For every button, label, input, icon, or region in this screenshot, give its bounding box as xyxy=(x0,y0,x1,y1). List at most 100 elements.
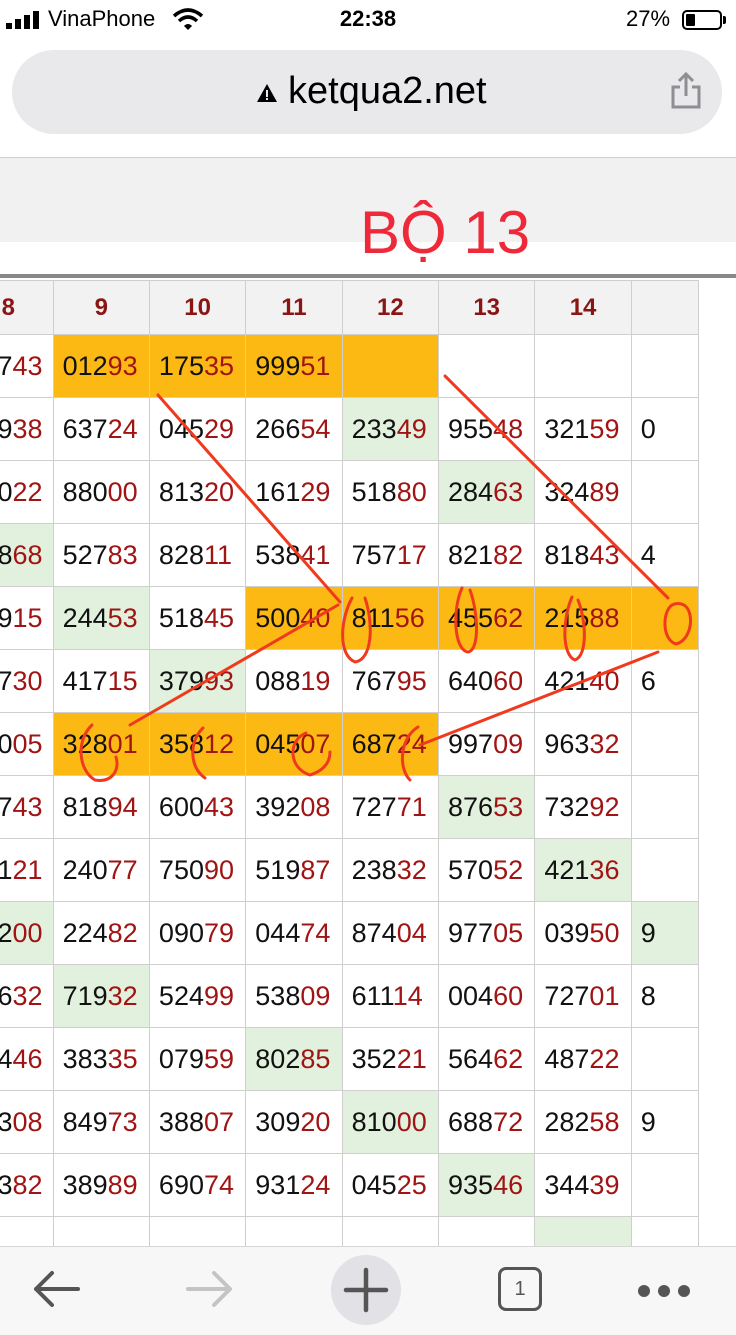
result-cell: 01293 xyxy=(52,334,150,398)
result-prefix: 045 xyxy=(255,728,301,759)
result-suffix: 24 xyxy=(300,1169,331,1200)
result-suffix: 21 xyxy=(396,1043,427,1074)
result-prefix: 564 xyxy=(448,1043,494,1074)
result-prefix: 224 xyxy=(62,917,108,948)
result-prefix: 417 xyxy=(62,665,108,696)
table-row: 7743818946004339208727718765373292 xyxy=(0,775,700,839)
result-cell: 04525 xyxy=(341,1153,440,1217)
result-suffix: 15 xyxy=(12,602,43,633)
result-cell: 64060 xyxy=(437,649,536,713)
result-prefix: 421 xyxy=(544,854,590,885)
forward-arrow-icon[interactable] xyxy=(184,1265,236,1313)
result-prefix: 238 xyxy=(351,854,397,885)
result-cell: 03950 xyxy=(534,901,632,965)
share-icon[interactable] xyxy=(670,72,702,110)
result-cell: 51880 xyxy=(341,460,440,524)
result-cell: 52783 xyxy=(52,523,150,587)
result-prefix: 344 xyxy=(544,1169,590,1200)
result-cell: 4446 xyxy=(0,1027,54,1091)
result-cell: 35812 xyxy=(148,712,247,776)
result-prefix: 233 xyxy=(351,413,397,444)
result-prefix: 20 xyxy=(0,477,13,507)
result-suffix: 99 xyxy=(203,980,235,1011)
result-cell xyxy=(341,1216,440,1246)
result-cell: 60043 xyxy=(148,775,247,839)
result-cell: 38335 xyxy=(52,1027,150,1091)
result-prefix: 039 xyxy=(544,917,590,948)
column-header xyxy=(630,280,700,335)
result-prefix: 519 xyxy=(255,854,301,885)
new-tab-button[interactable] xyxy=(331,1255,401,1325)
result-prefix: 977 xyxy=(448,917,494,948)
result-cell: 21588 xyxy=(534,586,632,650)
result-cell: 5632 xyxy=(0,964,54,1028)
battery-tip xyxy=(723,16,726,24)
result-suffix: 46 xyxy=(493,1169,524,1200)
result-prefix: 90 xyxy=(0,729,13,759)
more-icon[interactable] xyxy=(636,1283,692,1299)
result-cell: 48722 xyxy=(534,1027,632,1091)
result-cell: 99951 xyxy=(245,334,343,398)
result-suffix: 29 xyxy=(203,413,235,444)
result-prefix: 732 xyxy=(544,791,590,822)
result-cell: 23832 xyxy=(341,838,440,902)
result-prefix: 518 xyxy=(158,602,204,633)
result-cell: 38989 xyxy=(52,1153,150,1217)
result-prefix: 876 xyxy=(448,791,494,822)
result-suffix: 08 xyxy=(300,791,331,822)
column-header: 8 xyxy=(0,280,54,335)
table-row: 56327193252499538096111400460727018 xyxy=(0,964,700,1028)
result-suffix: 46 xyxy=(12,1043,43,1074)
result-cell: 4 xyxy=(630,523,700,587)
result-cell: 80285 xyxy=(245,1027,343,1091)
result-suffix: 35 xyxy=(203,350,235,381)
result-cell: 50040 xyxy=(245,586,343,650)
result-cell: 04529 xyxy=(148,397,247,461)
result-suffix: 24 xyxy=(107,413,138,444)
result-prefix: 328 xyxy=(62,728,108,759)
address-bar[interactable]: ketqua2.net xyxy=(12,50,722,134)
result-suffix: 60 xyxy=(493,665,524,696)
result-prefix: 266 xyxy=(255,413,301,444)
result-cell: 2022 xyxy=(0,460,54,524)
result-suffix: 45 xyxy=(203,602,235,633)
result-prefix: 518 xyxy=(351,476,397,507)
result-cell: 81843 xyxy=(534,523,632,587)
result-prefix: 455 xyxy=(448,602,494,633)
result-suffix: 82 xyxy=(493,539,524,570)
result-suffix: 22 xyxy=(589,1043,620,1074)
result-suffix: 08 xyxy=(12,1106,43,1137)
result-prefix: 045 xyxy=(158,413,204,444)
result-cell: 28463 xyxy=(437,460,536,524)
result-cell xyxy=(534,334,632,398)
battery-icon xyxy=(682,10,722,30)
result-suffix: 82 xyxy=(107,917,138,948)
result-cell xyxy=(630,838,700,902)
result-prefix: 828 xyxy=(158,539,204,570)
result-cell: 9 xyxy=(630,1090,700,1154)
url-text[interactable]: ketqua2.net xyxy=(288,70,487,113)
result-cell: 72771 xyxy=(341,775,440,839)
result-cell: 75717 xyxy=(341,523,440,587)
result-cell: 37993 xyxy=(148,649,247,713)
result-prefix: 12 xyxy=(0,918,13,948)
result-suffix: 22 xyxy=(12,476,43,507)
result-cell: 24077 xyxy=(52,838,150,902)
result-suffix: 12 xyxy=(203,728,235,759)
result-prefix: 527 xyxy=(62,539,108,570)
result-cell: 0 xyxy=(630,397,700,461)
tabs-button[interactable]: 1 xyxy=(498,1267,542,1311)
back-arrow-icon[interactable] xyxy=(30,1265,82,1313)
table-row: 49386372404529266542334995548321590 xyxy=(0,397,700,461)
result-suffix: 00 xyxy=(107,476,138,507)
result-cell xyxy=(630,586,700,650)
result-suffix: 39 xyxy=(589,1169,620,1200)
result-cell xyxy=(245,1216,343,1246)
result-cell: 69074 xyxy=(148,1153,247,1217)
warning-icon xyxy=(257,84,277,102)
result-suffix: 94 xyxy=(107,791,138,822)
results-table-wrapper[interactable]: 8910111213145743012931753599951493863724… xyxy=(0,274,736,1246)
result-cell: 97705 xyxy=(437,901,536,965)
result-suffix: 25 xyxy=(396,1169,427,1200)
result-prefix: 0 xyxy=(640,413,656,444)
